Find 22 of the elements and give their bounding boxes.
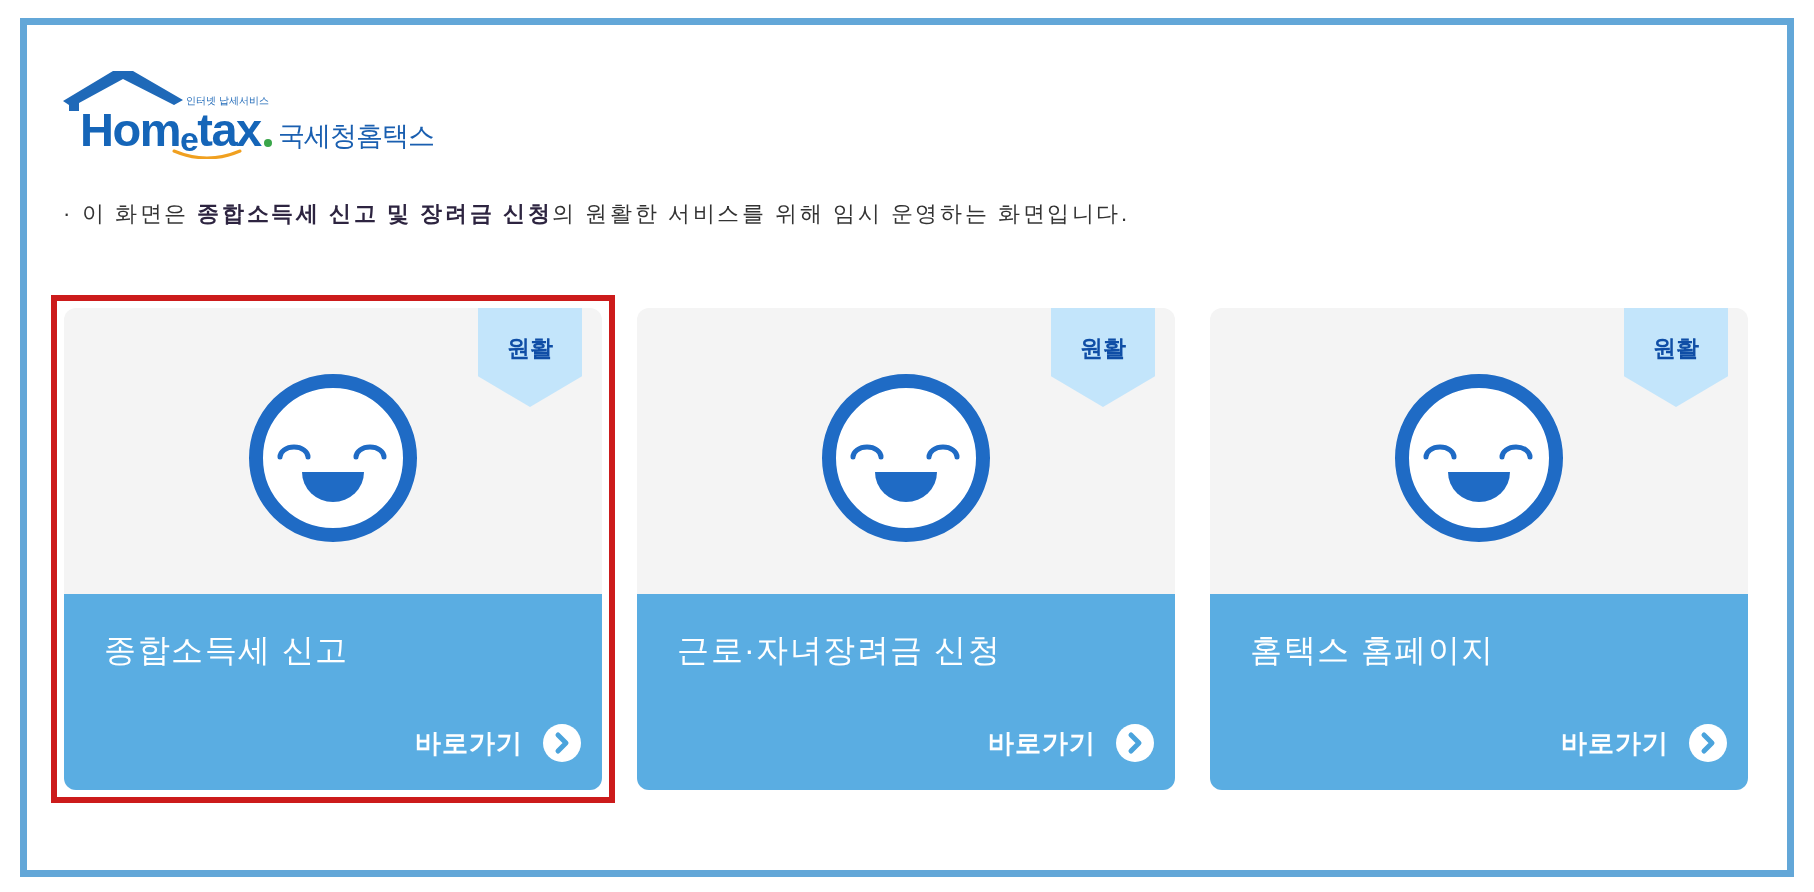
notice-text: · 이 화면은 종합소득세 신고 및 장려금 신청의 원활한 서비스를 위해 임시 운영하는 화면입니다.	[63, 200, 1131, 228]
house-roof-icon	[63, 71, 183, 111]
logo-wordmark: Hom$_{e}$tax	[80, 111, 261, 149]
logo-org-name: 국세청홈택스	[277, 120, 434, 153]
service-card[interactable]: 원활 종합소득세 신고 바로가기	[64, 308, 602, 790]
service-card[interactable]: 원활 근로·자녀장려금 신청 바로가기	[637, 308, 1175, 790]
status-badge: 원활	[1051, 308, 1155, 407]
chevron-right-icon	[543, 724, 581, 762]
service-card[interactable]: 원활 홈택스 홈페이지 바로가기	[1210, 308, 1748, 790]
smiley-face-icon	[249, 374, 417, 542]
card-title: 홈택스 홈페이지	[1250, 631, 1495, 670]
status-badge: 원활	[478, 308, 582, 407]
chevron-right-icon	[1116, 724, 1154, 762]
card-title: 종합소득세 신고	[104, 631, 349, 670]
card-title: 근로·자녀장려금 신청	[677, 631, 1002, 670]
smiley-face-icon	[1395, 374, 1563, 542]
swoosh-icon	[172, 149, 242, 159]
logo-tagline: 인터넷 납세서비스	[186, 95, 269, 107]
smiley-face-icon	[822, 374, 990, 542]
dot-icon	[263, 139, 272, 147]
status-badge: 원활	[1624, 308, 1728, 407]
chevron-right-icon	[1689, 724, 1727, 762]
